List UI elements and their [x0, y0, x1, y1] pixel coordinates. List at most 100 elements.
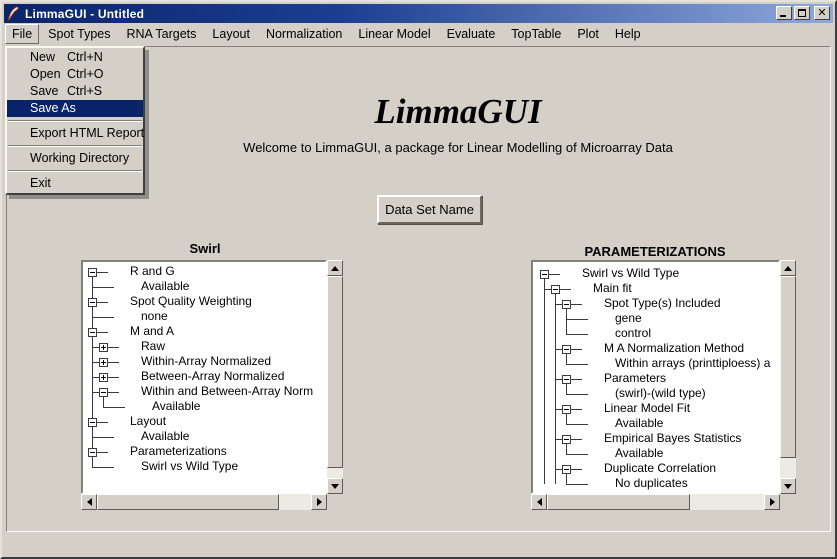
tree-node-within-and-between-array-norm[interactable]: Within and Between-Array Norm [141, 384, 313, 399]
tree-node-empirical-bayes-statistics[interactable]: Empirical Bayes Statistics [604, 431, 741, 446]
tree-expand-toggle-collapse[interactable] [88, 298, 97, 307]
tree-node-parameterizations[interactable]: Parameterizations [130, 444, 227, 459]
menu-item-working-directory[interactable]: Working Directory [7, 150, 143, 167]
tree-node-gene[interactable]: gene [615, 311, 642, 326]
menubar-item-plot[interactable]: Plot [570, 24, 606, 44]
tree-node-available[interactable]: Available [141, 279, 189, 294]
menu-item-exit[interactable]: Exit [7, 175, 143, 192]
scroll-up-button[interactable] [327, 260, 343, 276]
tree-node-control[interactable]: control [615, 326, 651, 341]
tree-connector-line [96, 422, 108, 423]
scrollbar-thumb[interactable] [547, 494, 690, 510]
tree-node-swirl-vs-wild-type[interactable]: Swirl vs Wild Type [141, 459, 238, 474]
menubar-item-file[interactable]: File [5, 24, 39, 44]
scroll-left-button[interactable] [531, 494, 547, 510]
tree-node-duplicate-correlation[interactable]: Duplicate Correlation [604, 461, 716, 476]
left-tree-vertical-scrollbar[interactable] [327, 260, 343, 494]
scroll-down-button[interactable] [327, 478, 343, 494]
scroll-down-button[interactable] [780, 478, 796, 494]
tree-node-none[interactable]: none [141, 309, 168, 324]
scroll-right-button[interactable] [764, 494, 780, 510]
titlebar[interactable]: LimmaGUI - Untitled ✕ [4, 4, 833, 23]
tree-expand-toggle-collapse[interactable] [562, 465, 571, 474]
menu-item-open[interactable]: OpenCtrl+O [7, 66, 143, 83]
tree-connector-line [570, 379, 582, 380]
tree-expand-toggle-collapse[interactable] [88, 268, 97, 277]
maximize-button[interactable] [794, 6, 810, 20]
tree-expand-toggle-collapse[interactable] [562, 435, 571, 444]
menu-item-save-as[interactable]: Save As [7, 100, 143, 117]
tree-node-within-arrays-printtiploess-a[interactable]: Within arrays (printtiploess) a [615, 356, 770, 371]
scrollbar-thumb[interactable] [97, 494, 279, 510]
minimize-button[interactable] [776, 6, 792, 20]
tree-node-layout[interactable]: Layout [130, 414, 166, 429]
tree-expand-toggle-collapse[interactable] [562, 375, 571, 384]
menubar-item-help[interactable]: Help [608, 24, 648, 44]
arrow-left-icon [537, 498, 542, 506]
tree-node-spot-quality-weighting[interactable]: Spot Quality Weighting [130, 294, 252, 309]
tree-node-r-and-g[interactable]: R and G [130, 264, 175, 279]
tree-node-spot-type-s-included[interactable]: Spot Type(s) Included [604, 296, 721, 311]
tree-node-linear-model-fit[interactable]: Linear Model Fit [604, 401, 690, 416]
scroll-left-button[interactable] [81, 494, 97, 510]
tree-node-available[interactable]: Available [141, 429, 189, 444]
tree-expand-toggle-collapse[interactable] [88, 418, 97, 427]
tree-expand-toggle-expand[interactable] [99, 358, 108, 367]
menubar-item-toptable[interactable]: TopTable [504, 24, 568, 44]
data-set-name-button[interactable]: Data Set Name [377, 195, 482, 224]
tree-expand-toggle-collapse[interactable] [88, 328, 97, 337]
left-tree-title: Swirl [105, 241, 305, 256]
scroll-up-button[interactable] [780, 260, 796, 276]
right-tree-vertical-scrollbar[interactable] [780, 260, 796, 494]
minus-icon [564, 439, 569, 440]
tree-node-between-array-normalized[interactable]: Between-Array Normalized [141, 369, 284, 384]
tree-node-swirl-vs-wild-type[interactable]: Swirl vs Wild Type [582, 266, 679, 281]
tree-expand-toggle-collapse[interactable] [562, 300, 571, 309]
tree-connector-line [548, 274, 560, 275]
tree-expand-toggle-collapse[interactable] [540, 270, 549, 279]
tree-node-available[interactable]: Available [615, 416, 663, 431]
menu-item-export-html-report[interactable]: Export HTML Report [7, 125, 143, 142]
tree-connector-line [92, 276, 93, 287]
tree-connector-line [96, 332, 108, 333]
tree-node-no-duplicates[interactable]: No duplicates [615, 476, 688, 491]
scroll-right-button[interactable] [311, 494, 327, 510]
menu-item-new[interactable]: NewCtrl+N [7, 49, 143, 66]
app-window: LimmaGUI - Untitled ✕ FileSpot TypesRNA … [0, 0, 837, 559]
tree-node-swirl-wild-type[interactable]: (swirl)-(wild type) [615, 386, 706, 401]
menu-item-save[interactable]: SaveCtrl+S [7, 83, 143, 100]
scrollbar-thumb[interactable] [780, 276, 796, 458]
tree-node-within-array-normalized[interactable]: Within-Array Normalized [141, 354, 271, 369]
tree-connector-line [96, 272, 108, 273]
maximize-icon [798, 9, 806, 17]
tree-connector-line [92, 287, 114, 288]
menubar-item-normalization[interactable]: Normalization [259, 24, 349, 44]
tree-node-main-fit[interactable]: Main fit [593, 281, 632, 296]
menu-separator [8, 145, 142, 147]
tree-node-available[interactable]: Available [152, 399, 200, 414]
tree-expand-toggle-expand[interactable] [99, 373, 108, 382]
tree-node-parameters[interactable]: Parameters [604, 371, 666, 386]
parameterizations-tree-listbox[interactable]: Swirl vs Wild TypeMain fitSpot Type(s) I… [531, 260, 780, 494]
right-tree-horizontal-scrollbar[interactable] [531, 494, 780, 510]
tree-node-available[interactable]: Available [615, 446, 663, 461]
tree-node-m-and-a[interactable]: M and A [130, 324, 174, 339]
tree-node-m-a-normalization-method[interactable]: M A Normalization Method [604, 341, 744, 356]
tree-expand-toggle-collapse[interactable] [562, 345, 571, 354]
swirl-tree-listbox[interactable]: R and GAvailableSpot Quality Weightingno… [81, 260, 327, 494]
tree-node-raw[interactable]: Raw [141, 339, 165, 354]
menubar-item-layout[interactable]: Layout [205, 24, 257, 44]
window-title: LimmaGUI - Untitled [25, 7, 144, 21]
tree-expand-toggle-collapse[interactable] [99, 388, 108, 397]
tree-expand-toggle-collapse[interactable] [562, 405, 571, 414]
menubar-item-linear-model[interactable]: Linear Model [351, 24, 437, 44]
left-tree-horizontal-scrollbar[interactable] [81, 494, 327, 510]
close-button[interactable]: ✕ [814, 6, 830, 20]
tree-expand-toggle-collapse[interactable] [88, 448, 97, 457]
menubar-item-spot-types[interactable]: Spot Types [41, 24, 117, 44]
tree-expand-toggle-collapse[interactable] [551, 285, 560, 294]
menubar-item-evaluate[interactable]: Evaluate [440, 24, 503, 44]
tree-expand-toggle-expand[interactable] [99, 343, 108, 352]
menubar-item-rna-targets[interactable]: RNA Targets [119, 24, 203, 44]
scrollbar-thumb[interactable] [327, 276, 343, 468]
